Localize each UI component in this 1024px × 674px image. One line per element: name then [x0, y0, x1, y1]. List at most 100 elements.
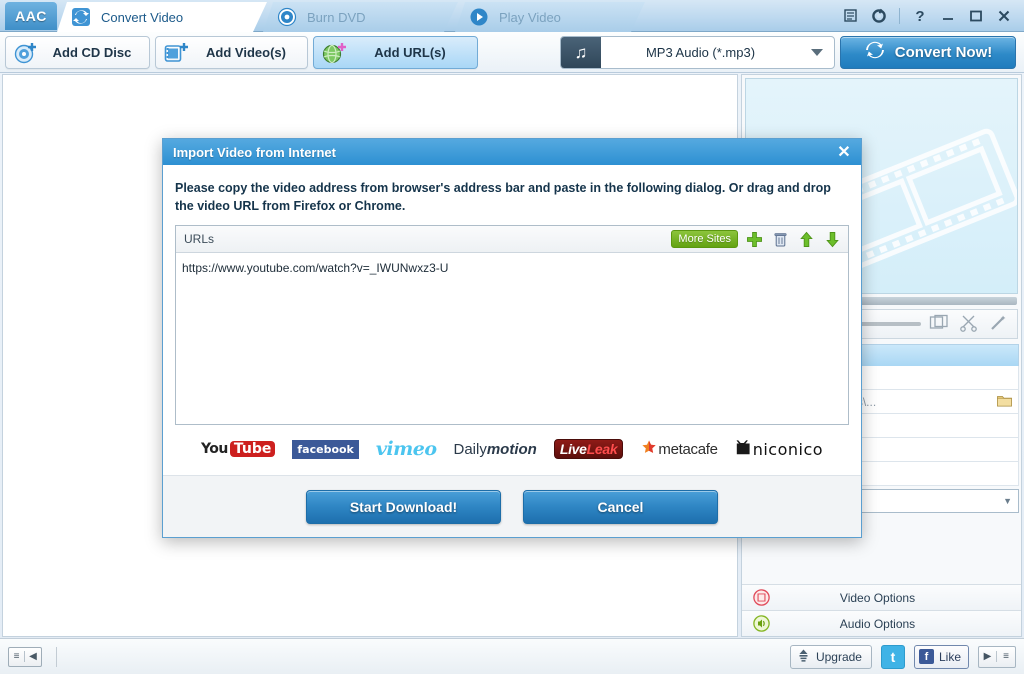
vimeo-logo: vimeo [376, 438, 437, 460]
dialog-body: Please copy the video address from brows… [163, 165, 861, 475]
tab-label: Convert Video [101, 10, 183, 25]
scissors-icon[interactable] [959, 314, 981, 334]
convert-icon [71, 7, 91, 27]
title-bar: AAC Convert Video Burn DVD [0, 0, 1024, 32]
twitter-icon: t [891, 649, 896, 665]
add-url-icon[interactable] [745, 230, 764, 249]
urls-panel: URLs More Sites [175, 225, 849, 425]
cancel-button[interactable]: Cancel [523, 490, 718, 524]
add-urls-label: Add URL(s) [353, 45, 477, 60]
video-options-label: Video Options [780, 591, 1021, 605]
dailymotion-logo-daily: Daily [454, 441, 487, 458]
metacafe-logo: metacafe [640, 440, 717, 458]
snapshot-icon[interactable] [929, 314, 951, 334]
twitter-button[interactable]: t [881, 645, 905, 669]
settings-gear-icon[interactable] [867, 4, 891, 28]
convert-now-button[interactable]: Convert Now! [840, 36, 1016, 69]
status-bar-left: ≡ ◀ [8, 647, 57, 667]
tab-play-video[interactable]: Play Video [455, 2, 645, 32]
film-plus-icon [163, 40, 189, 66]
youtube-logo-tube: Tube [230, 441, 276, 457]
help-icon[interactable]: ? [908, 4, 932, 28]
add-videos-label: Add Video(s) [195, 45, 307, 60]
divider [899, 8, 900, 24]
effects-wand-icon[interactable] [989, 314, 1011, 334]
liveleak-logo-leak: Leak [587, 441, 618, 457]
collapse-arrow-icon[interactable]: ◀ [25, 651, 41, 662]
move-down-icon[interactable] [823, 230, 842, 249]
folder-icon[interactable] [997, 394, 1012, 410]
facebook-icon: f [919, 649, 934, 664]
music-note-icon: ♫ [561, 37, 601, 68]
tab-burn-dvd[interactable]: Burn DVD [263, 2, 458, 32]
upgrade-button[interactable]: Upgrade [790, 645, 872, 669]
youtube-logo-you: You [201, 441, 228, 457]
dialog-footer: Start Download! Cancel [163, 475, 861, 537]
liveleak-logo: LiveLeak [554, 439, 624, 459]
dialog-description: Please copy the video address from brows… [163, 165, 861, 225]
window-controls: ? [839, 0, 1016, 32]
add-cd-disc-label: Add CD Disc [45, 45, 149, 60]
close-icon[interactable]: ✕ [833, 141, 855, 163]
cd-disc-plus-icon [13, 40, 39, 66]
audio-options-row[interactable]: Audio Options [742, 610, 1021, 636]
dailymotion-logo-motion: motion [487, 441, 537, 458]
delete-url-icon[interactable] [771, 230, 790, 249]
disc-icon [277, 7, 297, 27]
list-item[interactable]: https://www.youtube.com/watch?v=_IWUNwxz… [182, 259, 848, 277]
divider [56, 647, 57, 667]
facebook-like-button[interactable]: f Like [914, 645, 969, 669]
panel-toggle-button[interactable]: ≡ ◀ [8, 647, 42, 667]
close-icon[interactable] [992, 4, 1016, 28]
app-logo: AAC [5, 2, 57, 30]
metacafe-star-icon [640, 440, 658, 458]
tab-convert-video[interactable]: Convert Video [57, 2, 267, 32]
move-up-icon[interactable] [797, 230, 816, 249]
minimize-icon[interactable] [936, 4, 960, 28]
start-download-button[interactable]: Start Download! [306, 490, 501, 524]
chevron-down-icon[interactable] [800, 48, 834, 57]
more-sites-button[interactable]: More Sites [671, 230, 738, 248]
urls-list[interactable]: https://www.youtube.com/watch?v=_IWUNwxz… [176, 253, 848, 424]
menu-icon[interactable]: ≡ [997, 651, 1015, 662]
add-cd-disc-button[interactable]: Add CD Disc [5, 36, 150, 69]
add-urls-button[interactable]: Add URL(s) [313, 36, 478, 69]
upgrade-label: Upgrade [816, 650, 862, 664]
niconico-tv-icon [735, 440, 753, 458]
output-format-value: MP3 Audio (*.mp3) [601, 45, 800, 60]
youtube-logo: You Tube [201, 441, 275, 457]
video-options-icon [742, 589, 780, 606]
dialog-title-bar: Import Video from Internet ✕ [163, 139, 861, 165]
main-toolbar: Add CD Disc Add Video(s) [0, 32, 1024, 73]
audio-options-label: Audio Options [780, 617, 1021, 631]
output-format-select[interactable]: ♫ MP3 Audio (*.mp3) [560, 36, 835, 69]
list-icon[interactable] [839, 4, 863, 28]
play-icon [469, 7, 489, 27]
facebook-logo: facebook [292, 440, 359, 459]
dailymotion-logo: Dailymotion [454, 441, 537, 458]
application-window: AAC Convert Video Burn DVD [0, 0, 1024, 674]
dialog-title: Import Video from Internet [173, 145, 336, 160]
globe-plus-icon [321, 40, 347, 66]
upload-arrow-icon [796, 648, 811, 666]
chevron-down-icon[interactable]: ▼ [1003, 496, 1012, 506]
urls-column-header: URLs [184, 232, 664, 246]
niconico-logo-text: niconico [753, 440, 823, 459]
status-bar: ≡ ◀ Upgrade t f [0, 638, 1024, 674]
import-video-dialog: Import Video from Internet ✕ Please copy… [162, 138, 862, 538]
list-view-icon[interactable]: ≡ [9, 651, 25, 662]
status-bar-right: Upgrade t f Like ▶ ≡ [790, 645, 1016, 669]
niconico-logo: niconico [735, 440, 823, 459]
refresh-icon [864, 39, 886, 66]
add-videos-button[interactable]: Add Video(s) [155, 36, 308, 69]
urls-toolbar: URLs More Sites [176, 226, 848, 253]
status-menu-button[interactable]: ▶ ≡ [978, 646, 1016, 668]
maximize-icon[interactable] [964, 4, 988, 28]
tab-label: Play Video [499, 10, 561, 25]
metacafe-logo-text: metacafe [658, 441, 717, 458]
tab-label: Burn DVD [307, 10, 366, 25]
convert-now-label: Convert Now! [895, 44, 993, 61]
expand-arrow-icon[interactable]: ▶ [979, 651, 997, 662]
video-options-row[interactable]: Video Options [742, 584, 1021, 610]
facebook-like-label: Like [939, 650, 961, 664]
